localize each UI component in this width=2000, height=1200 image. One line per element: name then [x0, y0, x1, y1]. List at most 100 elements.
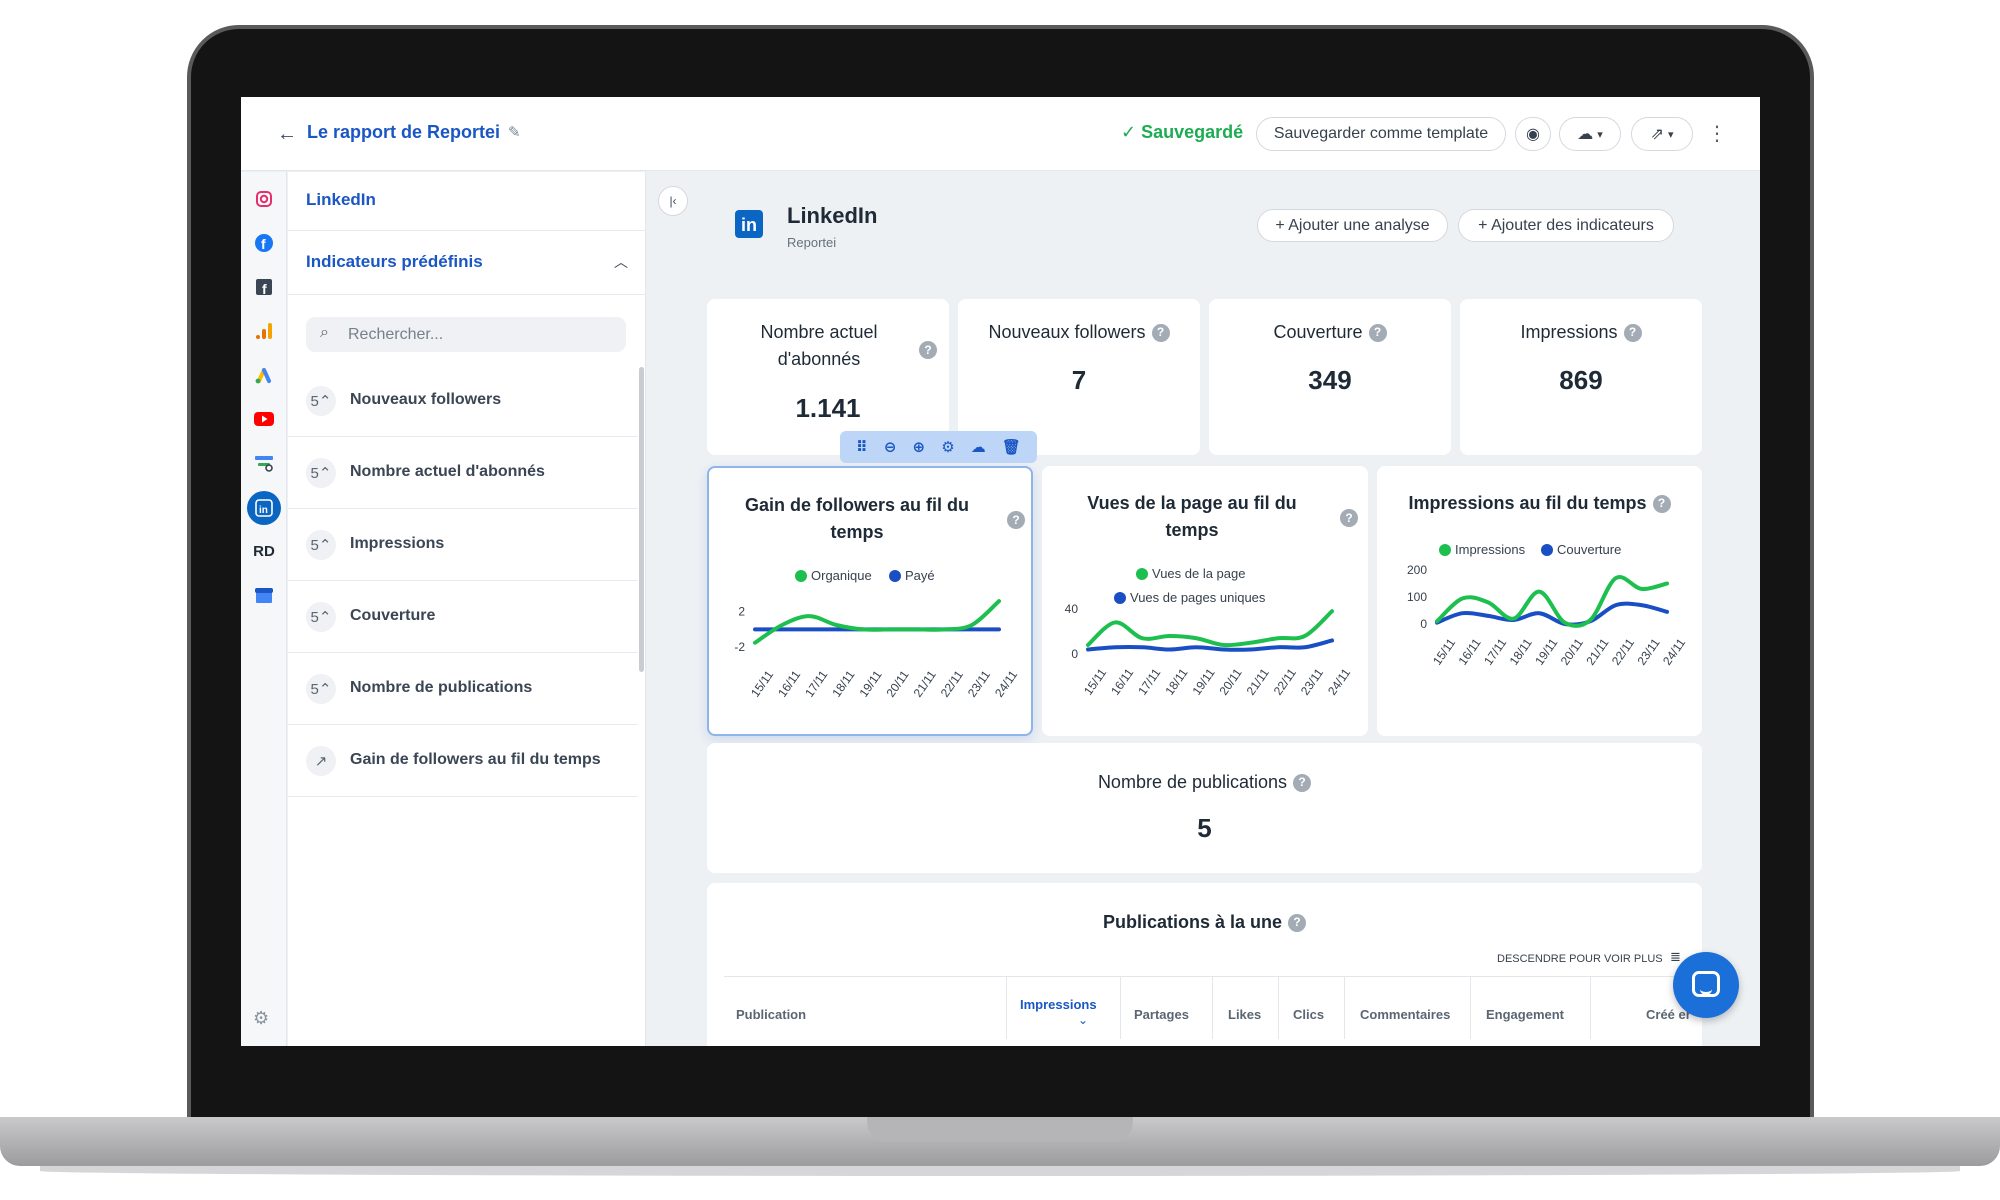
sidebar-item-follower-gain[interactable]: ↗ Gain de followers au fil du temps	[288, 725, 638, 797]
trash-icon[interactable]: 🗑	[1002, 438, 1021, 456]
pencil-icon[interactable]: ✎	[508, 123, 521, 141]
help-icon[interactable]: ?	[1368, 323, 1387, 342]
kpi-card-publications[interactable]: Nombre de publications? 5	[707, 743, 1702, 873]
add-indicators-button[interactable]: + Ajouter des indicateurs	[1458, 209, 1674, 242]
kpi-label: Nouveaux followers	[988, 322, 1146, 342]
legend-marker	[1136, 568, 1148, 580]
laptop-base-shadow	[40, 1166, 1960, 1176]
help-icon[interactable]: ?	[1623, 323, 1642, 342]
sidebar-item-label: Gain de followers au fil du temps	[350, 751, 601, 768]
legend-marker	[1439, 544, 1451, 556]
x-tick-label: 17/11	[1135, 666, 1163, 698]
search-icon: ⌕	[320, 324, 329, 341]
column-divider	[1344, 977, 1345, 1039]
collapse-sidebar-button[interactable]: |‹	[658, 186, 688, 216]
zoom-out-icon[interactable]: ⊖	[884, 438, 897, 456]
screen: ← Le rapport de Reportei ✎ ✓ Sauvegardé …	[241, 97, 1760, 1046]
google-business-icon[interactable]	[250, 581, 278, 609]
page-subtitle: Reportei	[787, 235, 837, 250]
share-icon: ⇗	[1650, 126, 1664, 143]
sidebar-item-publications[interactable]: 5⌃ Nombre de publications	[288, 653, 638, 725]
sidebar-item-new-followers[interactable]: 5⌃ Nouveaux followers	[288, 365, 638, 437]
drag-handle-icon[interactable]: ⠿	[856, 438, 868, 456]
svg-text:f: f	[261, 236, 266, 252]
instagram-icon[interactable]	[250, 185, 278, 213]
metric-number-icon: 5⌃	[306, 674, 336, 704]
featured-title-row: Publications à la une?	[707, 909, 1702, 936]
svg-text:f: f	[262, 281, 267, 296]
y-tick-label: 0	[1420, 617, 1427, 631]
sidebar-item-label: Nouveaux followers	[350, 391, 502, 408]
sidebar-scrollbar[interactable]	[639, 367, 644, 672]
help-icon[interactable]: ?	[1151, 323, 1170, 342]
linkedin-icon[interactable]: in	[247, 491, 281, 525]
x-tick-label: 21/11	[911, 668, 939, 700]
x-tick-label: 20/11	[1558, 636, 1586, 668]
facebook-icon[interactable]: f	[250, 229, 278, 257]
sidebar-item-current-followers[interactable]: 5⌃ Nombre actuel d'abonnés	[288, 437, 638, 509]
column-header-publication[interactable]: Publication	[736, 1007, 806, 1022]
sidebar-item-reach[interactable]: 5⌃ Couverture	[288, 581, 638, 653]
column-header-impressions[interactable]: Impressions	[1020, 997, 1097, 1012]
google-ads-glyph	[255, 368, 271, 384]
column-header-likes[interactable]: Likes	[1228, 1007, 1261, 1022]
search-console-icon[interactable]	[250, 449, 278, 477]
google-analytics-icon[interactable]	[250, 317, 278, 345]
rd-station-icon[interactable]: RD	[250, 537, 278, 565]
column-header-shares[interactable]: Partages	[1134, 1007, 1189, 1022]
sidebar-item-impressions[interactable]: 5⌃ Impressions	[288, 509, 638, 581]
gear-icon[interactable]: ⚙	[253, 1008, 269, 1029]
y-tick-label: 100	[1407, 590, 1427, 604]
chat-icon	[1692, 971, 1720, 997]
help-icon[interactable]: ?	[919, 341, 937, 359]
facebook-page-icon[interactable]: f	[250, 273, 278, 301]
legend-label: Impressions	[1455, 542, 1526, 557]
chart-card-follower-gain[interactable]: Gain de followers au fil du temps ? Orga…	[707, 466, 1033, 736]
y-tick-label: 40	[1065, 602, 1079, 616]
help-icon[interactable]: ?	[1293, 773, 1312, 792]
chevron-up-icon[interactable]: ︿	[614, 252, 628, 272]
kpi-value: 349	[1308, 365, 1352, 395]
save-template-button[interactable]: Sauvegarder comme template	[1256, 117, 1506, 151]
x-tick-label: 24/11	[992, 668, 1020, 700]
kpi-card-reach[interactable]: Couverture? 349	[1209, 299, 1451, 455]
google-ads-icon[interactable]	[250, 361, 278, 389]
kpi-label-row: Nouveaux followers?	[958, 319, 1200, 346]
x-tick-label: 17/11	[802, 668, 830, 700]
upload-dropdown-button[interactable]: ☁ ▾	[1559, 117, 1621, 151]
table-header: Publication Impressions ⌄ Partages Likes…	[724, 976, 1714, 1039]
preview-button[interactable]: ◉	[1515, 117, 1551, 151]
integrations-rail: f f in RD ⚙	[241, 172, 287, 1046]
youtube-icon[interactable]	[250, 405, 278, 433]
follower-gain-chart: Organique Payé 2 -215/1116/1117/1118/1119/1…	[734, 568, 1020, 700]
chevron-down-icon: ▾	[1667, 128, 1674, 141]
chart-card-impressions[interactable]: Impressions au fil du temps? Impressions…	[1377, 466, 1702, 736]
chat-support-button[interactable]	[1673, 952, 1739, 1018]
search-input[interactable]	[348, 317, 618, 352]
x-tick-label: 23/11	[1298, 666, 1326, 698]
cloud-upload-icon[interactable]: ☁	[971, 438, 986, 456]
column-header-engagement[interactable]: Engagement	[1486, 1007, 1564, 1022]
back-arrow-icon[interactable]: ←	[277, 123, 299, 145]
help-icon[interactable]: ?	[1288, 913, 1307, 932]
kpi-card-impressions[interactable]: Impressions? 869	[1460, 299, 1702, 455]
report-title[interactable]: Le rapport de Reportei	[307, 122, 500, 143]
predefined-indicators-toggle[interactable]: Indicateurs prédéfinis	[306, 252, 483, 272]
scroll-hint: DESCENDRE POUR VOIR PLUS	[1497, 953, 1663, 965]
x-tick-label: 24/11	[1660, 636, 1688, 668]
more-options-icon[interactable]: ⋮	[1707, 119, 1727, 149]
x-tick-label: 19/11	[856, 668, 884, 700]
legend-marker	[1541, 544, 1553, 556]
add-analysis-button[interactable]: + Ajouter une analyse	[1257, 209, 1448, 242]
x-tick-label: 20/11	[1217, 666, 1245, 698]
column-header-clicks[interactable]: Clics	[1293, 1007, 1324, 1022]
impressions-chart: Impressions Couverture 200 100 015/1116/1117…	[1407, 542, 1688, 668]
sort-chevron-down-icon[interactable]: ⌄	[1078, 1013, 1088, 1027]
share-dropdown-button[interactable]: ⇗ ▾	[1631, 117, 1693, 151]
x-tick-label: 21/11	[1583, 636, 1611, 668]
gear-icon[interactable]: ⚙	[941, 438, 954, 456]
column-header-comments[interactable]: Commentaires	[1360, 1007, 1450, 1022]
chart-card-page-views[interactable]: Vues de la page au fil du temps ? Vues d…	[1042, 466, 1368, 736]
x-tick-label: 19/11	[1189, 666, 1217, 698]
zoom-in-icon[interactable]: ⊕	[913, 438, 926, 456]
